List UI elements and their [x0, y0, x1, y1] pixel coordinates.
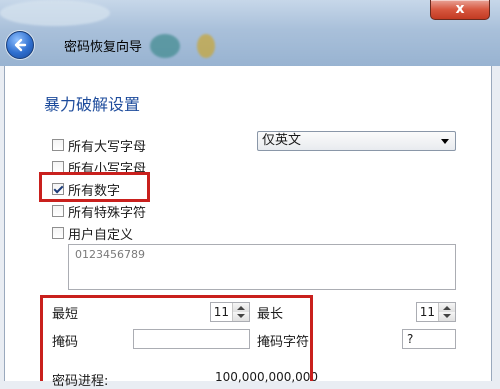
mask-char-input[interactable]: ?: [402, 329, 456, 349]
option-uppercase[interactable]: 所有大写字母: [52, 136, 147, 155]
max-length-value: 11: [419, 305, 435, 319]
back-button[interactable]: [6, 31, 34, 59]
glass-highlight: [0, 0, 110, 26]
digits-highlight-box: [39, 172, 150, 202]
language-select[interactable]: 仅英文: [257, 131, 456, 151]
chevron-down-icon: [441, 139, 449, 144]
close-icon: x: [455, 1, 465, 17]
custom-chars-placeholder: 0123456789: [75, 248, 145, 261]
custom-chars-textarea[interactable]: 0123456789: [68, 244, 456, 290]
increment-icon[interactable]: [439, 303, 455, 312]
option-special[interactable]: 所有特殊字符: [52, 202, 147, 221]
custom-checkbox[interactable]: [52, 227, 64, 239]
glass-blur-yellow: [197, 34, 215, 58]
option-label: 所有大写字母: [68, 139, 147, 155]
language-select-value: 仅英文: [262, 133, 302, 148]
decrement-icon[interactable]: [439, 312, 455, 321]
option-custom[interactable]: 用户自定义: [52, 224, 134, 243]
uppercase-checkbox[interactable]: [52, 139, 64, 151]
back-arrow-icon: [14, 38, 27, 52]
wizard-title: 密码恢复向导: [64, 40, 143, 55]
window-titlebar: [0, 0, 500, 66]
option-label: 用户自定义: [68, 227, 134, 243]
settings-highlight-box: [40, 295, 313, 381]
max-length-stepper[interactable]: 11: [416, 302, 456, 322]
section-heading: 暴力破解设置: [44, 95, 141, 114]
mask-char-value: ?: [407, 332, 414, 346]
option-label: 所有特殊字符: [68, 205, 147, 221]
glass-blur-teal: [150, 34, 180, 58]
close-button[interactable]: x: [430, 0, 490, 20]
special-checkbox[interactable]: [52, 205, 64, 217]
stepper-buttons: [438, 303, 455, 321]
